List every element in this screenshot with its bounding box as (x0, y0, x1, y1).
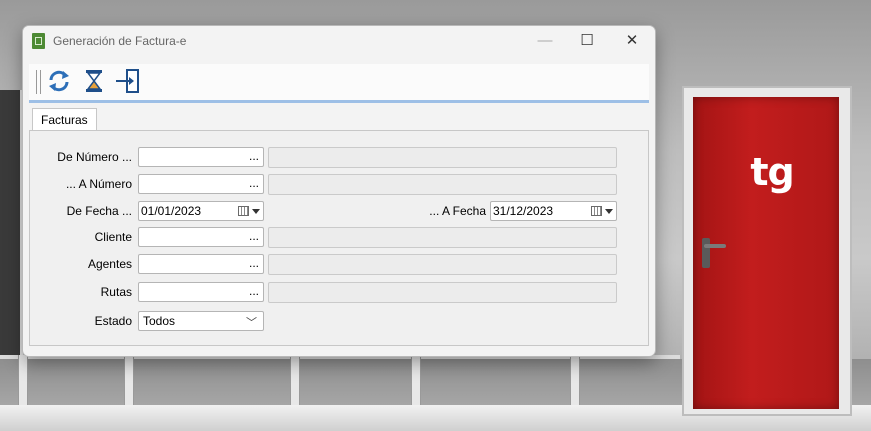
tab-strip: Facturas (29, 108, 649, 131)
window-title: Generación de Factura-e (53, 34, 187, 48)
exit-door-icon (116, 69, 139, 93)
app-window: Generación de Factura-e — ☐ ✕ Facturas D… (22, 25, 656, 357)
door-logo: tg (750, 150, 794, 194)
tab-facturas[interactable]: Facturas (32, 108, 97, 131)
background-doorframe (0, 90, 23, 390)
agentes-description (268, 254, 617, 275)
a-numero-description (268, 174, 617, 195)
de-fecha-value: 01/01/2023 (141, 204, 202, 218)
de-numero-label: De Número ... (57, 150, 132, 164)
chevron-down-icon[interactable]: ﹀ (246, 314, 257, 332)
refresh-button[interactable] (46, 68, 72, 94)
estado-label: Estado (94, 314, 132, 328)
a-fecha-label: ... A Fecha (429, 204, 486, 218)
cliente-label: Cliente (94, 230, 132, 244)
a-numero-label: ... A Número (65, 177, 132, 191)
de-numero-description (268, 147, 617, 168)
exit-button[interactable] (115, 68, 141, 94)
calendar-icon[interactable] (591, 206, 602, 216)
rutas-description (268, 282, 617, 303)
estado-value: Todos (143, 314, 176, 328)
calendar-icon[interactable] (238, 206, 249, 216)
cliente-lookup-button[interactable]: ... (249, 228, 259, 244)
title-bar[interactable]: Generación de Factura-e — ☐ ✕ (23, 26, 655, 56)
de-fecha-picker[interactable]: 01/01/2023 (138, 201, 264, 221)
close-button[interactable]: ✕ (610, 30, 654, 52)
de-numero-lookup-button[interactable]: ... (249, 148, 259, 164)
app-icon (32, 33, 45, 49)
de-numero-field[interactable]: ... (138, 147, 264, 167)
a-fecha-value: 31/12/2023 (493, 204, 554, 218)
de-fecha-label: De Fecha ... (66, 204, 132, 218)
agentes-lookup-button[interactable]: ... (249, 255, 259, 271)
a-fecha-picker[interactable]: 31/12/2023 (490, 201, 617, 221)
door-handle-lever (704, 244, 726, 248)
a-numero-field[interactable]: ... (138, 174, 264, 194)
toolbar (29, 64, 649, 103)
chevron-down-icon[interactable] (605, 209, 613, 214)
agentes-field[interactable]: ... (138, 254, 264, 274)
toolbar-grip-icon[interactable] (36, 70, 41, 94)
hourglass-icon (86, 70, 102, 92)
cliente-field[interactable]: ... (138, 227, 264, 247)
chevron-down-icon[interactable] (252, 209, 260, 214)
rutas-field[interactable]: ... (138, 282, 264, 302)
minimize-button[interactable]: — (523, 30, 567, 52)
facturas-panel: De Número ... ... ... A Número ... De Fe… (29, 130, 649, 346)
maximize-button[interactable]: ☐ (565, 30, 609, 52)
refresh-icon (49, 70, 69, 92)
a-numero-lookup-button[interactable]: ... (249, 175, 259, 191)
estado-select[interactable]: Todos ﹀ (138, 311, 264, 331)
hourglass-button[interactable] (81, 68, 107, 94)
cliente-description (268, 227, 617, 248)
rutas-lookup-button[interactable]: ... (249, 283, 259, 299)
red-door (693, 97, 839, 409)
rutas-label: Rutas (100, 285, 132, 299)
door-handle (702, 238, 710, 268)
agentes-label: Agentes (87, 257, 132, 271)
